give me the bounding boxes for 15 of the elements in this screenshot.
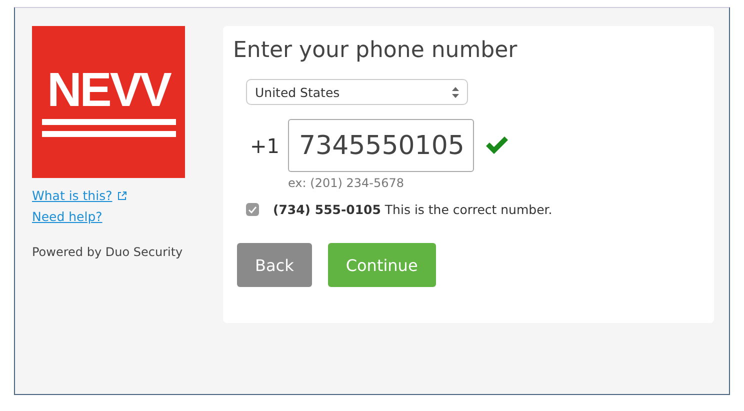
- confirm-checkbox[interactable]: [246, 203, 259, 216]
- page-title: Enter your phone number: [233, 38, 518, 63]
- help-link[interactable]: Need help?: [32, 209, 102, 224]
- help-link[interactable]: What is this?: [32, 188, 128, 203]
- country-code: +1: [250, 134, 280, 158]
- external-link-icon: [117, 190, 128, 200]
- country-dropdown[interactable]: United States: [246, 79, 468, 105]
- phone-hint: ex: (201) 234-5678: [288, 176, 405, 190]
- continue-button[interactable]: Continue: [328, 243, 436, 287]
- phone-input[interactable]: 7345550105: [288, 119, 474, 172]
- back-button[interactable]: Back: [237, 243, 312, 287]
- confirm-label: (734) 555-0105 This is the correct number.: [273, 202, 552, 217]
- powered-by-text: Powered by Duo Security: [32, 245, 184, 259]
- logo: NEVV: [32, 26, 185, 178]
- sort-arrows-icon: [452, 86, 459, 98]
